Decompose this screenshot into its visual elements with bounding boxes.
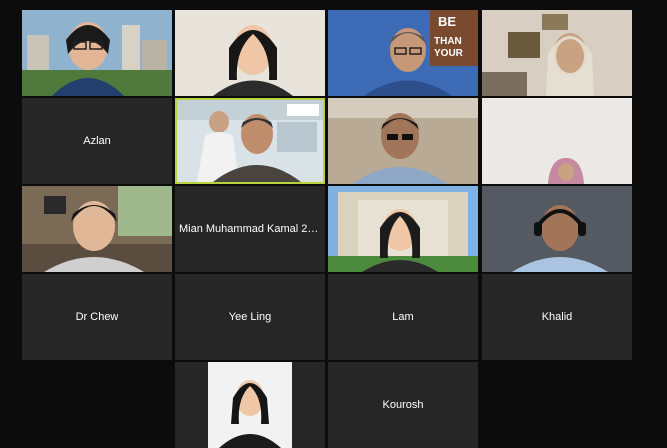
participant-video-tile[interactable] [482,10,632,96]
participant-name-tile[interactable]: Azlan [22,98,172,184]
svg-text:YOUR: YOUR [434,48,464,59]
participant-name-tile[interactable]: Yee Ling [175,274,325,360]
participant-name: Azlan [83,135,111,147]
gallery-view: BE THAN YOUR Azlan Mian Muhammad Kamal 2… [0,0,667,448]
participant-video-feed [177,100,323,182]
participant-name-tile[interactable]: Khalid [482,274,632,360]
participant-name: Dr Chew [75,311,119,323]
participant-name-tile[interactable]: Kourosh [328,362,478,448]
participant-video-feed [22,186,172,272]
participant-video-tile[interactable]: BE THAN YOUR [328,10,478,96]
participant-name: Khalid [541,311,573,323]
participant-video-feed [175,10,325,96]
active-speaker-tile[interactable] [175,98,325,184]
participant-video-tile[interactable] [22,10,172,96]
participant-video-feed [22,10,172,96]
participant-video-tile[interactable] [22,186,172,272]
participant-video-feed [482,186,632,272]
participant-video-tile[interactable] [482,98,632,184]
participant-name: Yee Ling [228,311,272,323]
participant-video-feed [328,186,478,272]
participant-video-tile[interactable] [175,362,325,448]
participant-video-feed [482,98,632,184]
svg-text:THAN: THAN [434,36,462,47]
participant-video-feed [482,10,632,96]
participant-video-tile[interactable] [175,10,325,96]
participant-name: Mian Muhammad Kamal 21... [179,223,321,235]
participant-name-tile[interactable]: Dr Chew [22,274,172,360]
participant-name-tile[interactable]: Lam [328,274,478,360]
participant-name: Kourosh [382,399,424,411]
participant-video-feed: BE THAN YOUR [328,10,478,96]
participant-name: Lam [392,311,414,323]
participant-video-feed [175,362,325,448]
participant-video-tile[interactable] [328,98,478,184]
participant-name-tile[interactable]: Mian Muhammad Kamal 21... [175,186,325,272]
participant-video-feed [328,98,478,184]
svg-text:BE: BE [438,14,456,29]
participant-video-tile[interactable] [482,186,632,272]
participant-video-tile[interactable] [328,186,478,272]
